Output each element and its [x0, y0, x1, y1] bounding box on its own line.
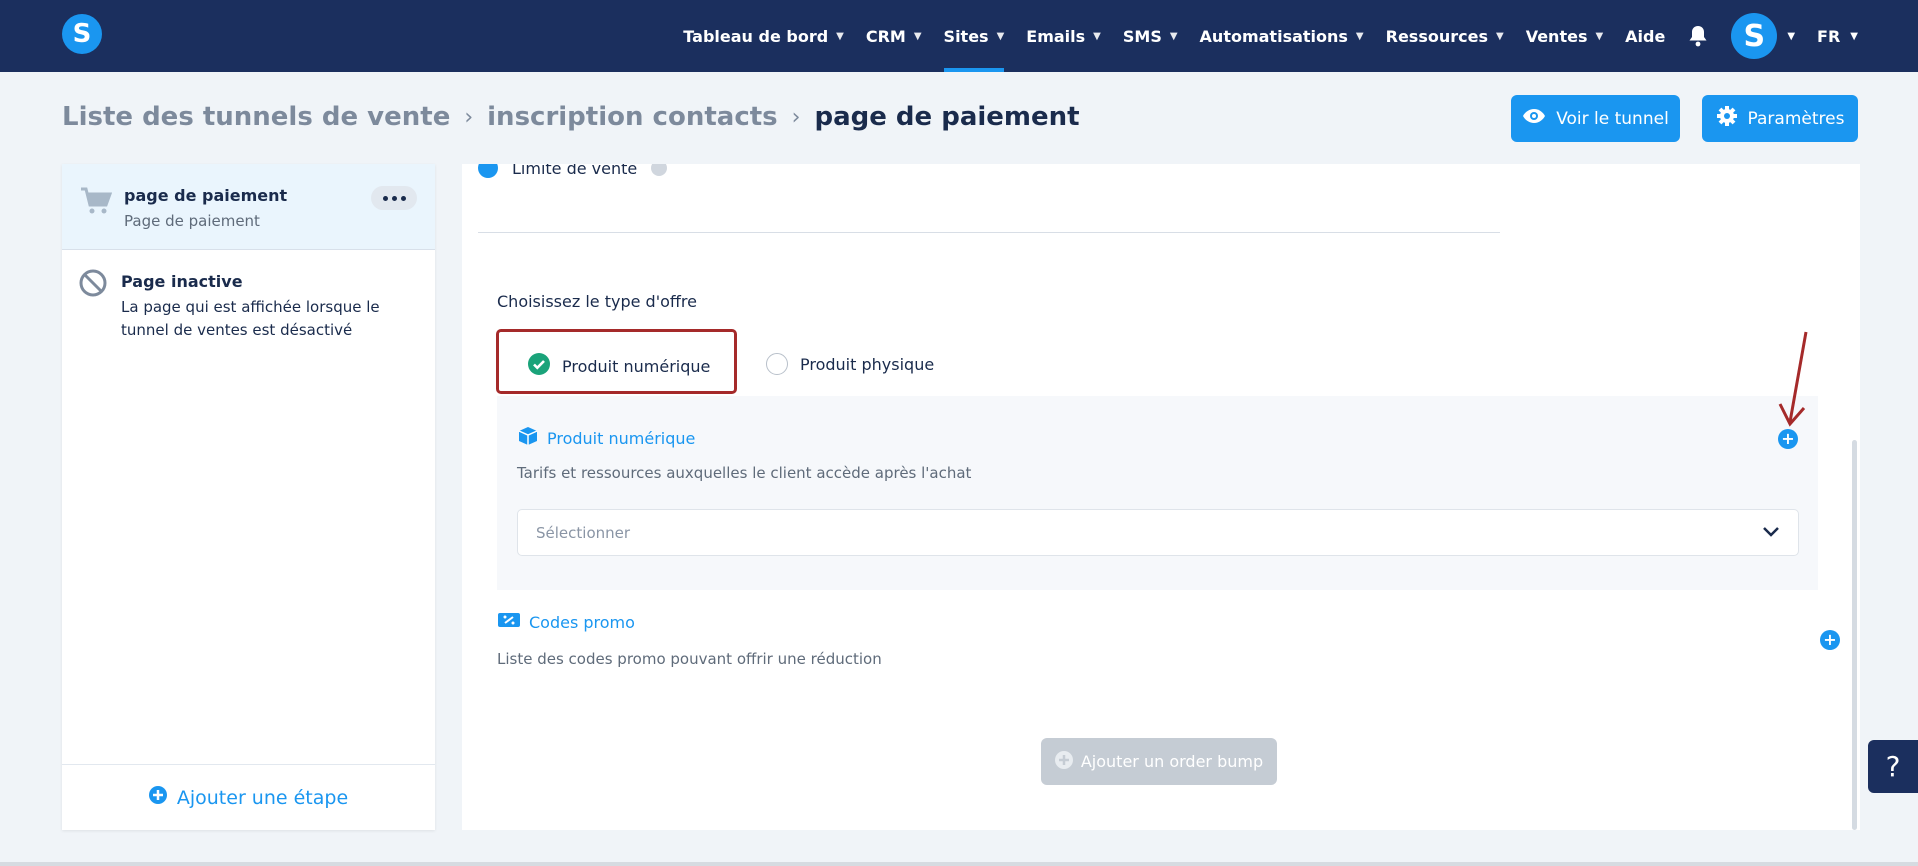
- nav-label: CRM: [865, 26, 906, 46]
- nav-label: SMS: [1122, 26, 1162, 46]
- nav-item-tableau-de-bord[interactable]: Tableau de bord ▼: [683, 0, 844, 72]
- view-tunnel-button[interactable]: Voir le tunnel: [1511, 95, 1680, 142]
- promo-codes-title: Codes promo: [497, 612, 635, 632]
- promo-codes-description: Liste des codes promo pouvant offrir une…: [497, 650, 882, 668]
- divider: [0, 862, 1918, 866]
- more-options-icon[interactable]: [371, 186, 417, 210]
- nav-item-automatisations[interactable]: Automatisations ▼: [1200, 0, 1364, 72]
- step-subtitle: Page de paiement: [124, 212, 260, 230]
- digital-product-section: Produit numérique + Tarifs et ressources…: [497, 396, 1818, 590]
- steps-sidebar: page de paiement Page de paiement Page i…: [62, 164, 435, 830]
- settings-button[interactable]: Paramètres: [1702, 95, 1858, 142]
- add-order-bump-button[interactable]: Ajouter un order bump: [1041, 738, 1277, 785]
- nav-label: Emails: [1026, 26, 1086, 46]
- breadcrumb-item-tunnel[interactable]: inscription contacts: [487, 102, 778, 132]
- view-tunnel-label: Voir le tunnel: [1556, 108, 1669, 129]
- chevron-down-icon[interactable]: ▼: [1787, 31, 1795, 42]
- bell-icon[interactable]: [1687, 25, 1709, 47]
- plus-circle-icon: [148, 786, 167, 809]
- nav-label: Ressources: [1385, 26, 1488, 46]
- nav-label: Ventes: [1525, 26, 1588, 46]
- digital-product-description: Tarifs et ressources auxquelles le clien…: [517, 464, 972, 482]
- info-icon[interactable]: [651, 164, 668, 176]
- nav-label: Automatisations: [1199, 26, 1348, 46]
- product-select-placeholder: Sélectionner: [536, 523, 631, 542]
- add-step-button[interactable]: Ajouter une étape: [62, 764, 435, 830]
- radio-physical-product[interactable]: Produit physique: [766, 353, 934, 375]
- nav-item-ressources[interactable]: Ressources ▼: [1386, 0, 1504, 72]
- digital-product-title: Produit numérique: [517, 426, 695, 450]
- chevron-down-icon: ▼: [1093, 30, 1101, 42]
- cart-icon: [80, 186, 113, 220]
- step-item-payment-page[interactable]: page de paiement Page de paiement: [62, 164, 435, 250]
- sale-limit-row: Limite de vente: [478, 164, 668, 178]
- main-nav: Tableau de bord ▼ CRM ▼ Sites ▼ Emails ▼ SMS…: [661, 0, 1858, 72]
- chevron-down-icon: ▼: [1850, 30, 1858, 42]
- order-bump-label: Ajouter un order bump: [1080, 752, 1264, 771]
- chevron-down-icon: ▼: [836, 30, 844, 42]
- top-navbar: S Tableau de bord ▼ CRM ▼ Sites ▼ Emails ▼ S…: [0, 0, 1918, 72]
- chevron-down-icon: ▼: [1355, 30, 1364, 42]
- nav-label: Aide: [1625, 26, 1666, 46]
- physical-product-label: Produit physique: [800, 354, 935, 374]
- step-title: page de paiement: [124, 186, 288, 205]
- box-icon: [517, 426, 539, 450]
- chevron-down-icon: ▼: [1169, 30, 1178, 42]
- chevron-down-icon: ▼: [1595, 30, 1604, 42]
- add-step-label: Ajouter une étape: [176, 786, 349, 809]
- check-circle-icon: [528, 353, 550, 379]
- product-select[interactable]: Sélectionner: [517, 509, 1799, 556]
- avatar[interactable]: S: [1731, 13, 1778, 59]
- eye-icon: [1522, 108, 1546, 129]
- coupon-icon: [497, 612, 521, 632]
- nav-item-ventes[interactable]: Ventes ▼: [1526, 0, 1603, 72]
- language-switcher[interactable]: FR ▼: [1817, 27, 1858, 46]
- nav-item-aide[interactable]: Aide: [1625, 0, 1665, 72]
- chevron-right-icon: ›: [791, 104, 801, 130]
- logo[interactable]: S: [62, 14, 102, 54]
- settings-label: Paramètres: [1747, 108, 1845, 129]
- breadcrumb-item-current: page de paiement: [814, 102, 1080, 132]
- chevron-down-icon: ▼: [996, 30, 1005, 42]
- nav-item-crm[interactable]: CRM ▼: [866, 0, 922, 72]
- promo-codes-title-text: Codes promo: [529, 612, 635, 632]
- chevron-down-icon: ▼: [913, 30, 922, 42]
- digital-product-title-text: Produit numérique: [547, 428, 696, 448]
- add-digital-product-button[interactable]: +: [1778, 429, 1798, 449]
- sale-limit-label: Limite de vente: [512, 164, 638, 178]
- digital-product-label: Produit numérique: [562, 356, 711, 376]
- offer-settings-panel: Limite de vente Choisissez le type d'off…: [462, 164, 1860, 830]
- breadcrumb-item-tunnels[interactable]: Liste des tunnels de vente: [62, 102, 450, 132]
- block-icon: [78, 268, 108, 302]
- nav-label: Tableau de bord: [683, 26, 829, 46]
- gear-icon: [1716, 105, 1738, 132]
- annotation-arrow: [1778, 331, 1808, 427]
- plus-circle-icon: [1054, 750, 1073, 773]
- language-label: FR: [1817, 26, 1841, 46]
- nav-item-sites[interactable]: Sites ▼: [943, 0, 1005, 72]
- nav-item-emails[interactable]: Emails ▼: [1026, 0, 1101, 72]
- nav-label: Sites: [943, 26, 989, 46]
- radio-empty-icon: [766, 353, 788, 375]
- divider: [478, 232, 1500, 233]
- chevron-right-icon: ›: [464, 104, 474, 130]
- scrollbar[interactable]: [1852, 440, 1857, 830]
- help-button[interactable]: ?: [1868, 740, 1918, 793]
- add-promo-code-button[interactable]: +: [1820, 630, 1840, 650]
- offer-type-label: Choisissez le type d'offre: [497, 292, 697, 311]
- toggle-icon[interactable]: [478, 164, 498, 178]
- chevron-down-icon: [1762, 524, 1780, 542]
- step-inactive-description: La page qui est affichée lorsque le tunn…: [121, 298, 380, 339]
- chevron-down-icon: ▼: [1495, 30, 1504, 42]
- nav-item-sms[interactable]: SMS ▼: [1123, 0, 1178, 72]
- breadcrumb: Liste des tunnels de vente › inscription…: [62, 102, 1080, 132]
- radio-digital-product[interactable]: Produit numérique: [528, 353, 710, 379]
- step-inactive-title[interactable]: Page inactive: [121, 272, 243, 291]
